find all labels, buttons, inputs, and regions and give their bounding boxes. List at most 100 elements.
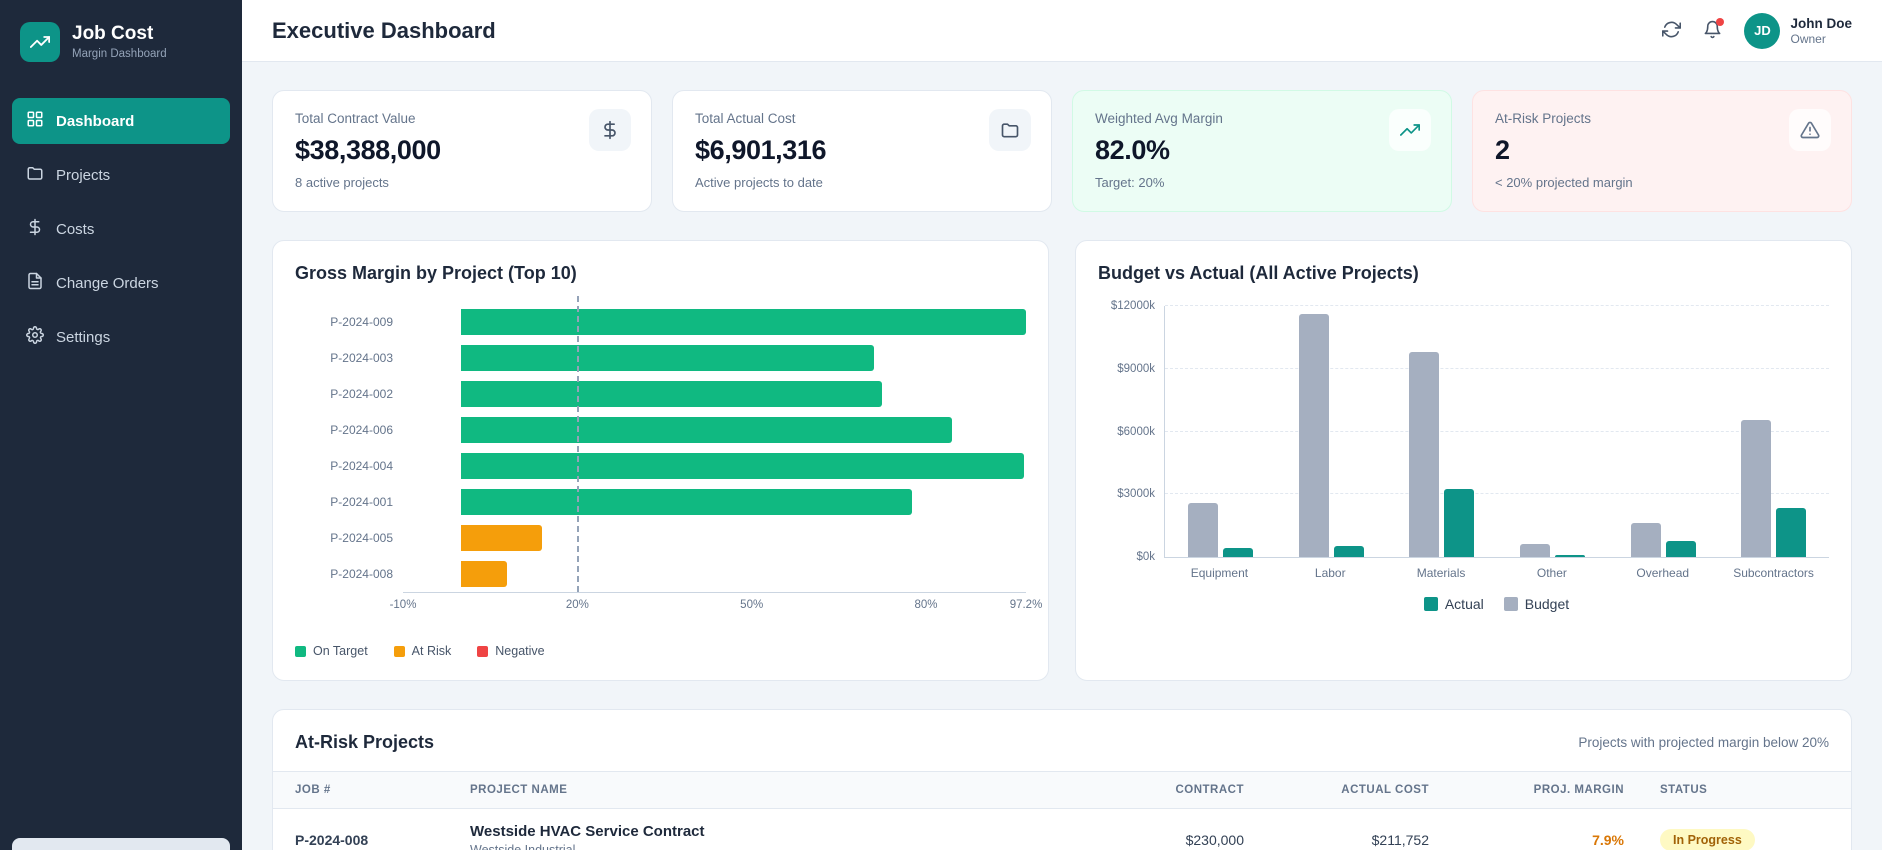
ba-bar-budget-Overhead (1630, 522, 1661, 557)
budget-vs-actual-chart-card: Budget vs Actual (All Active Projects) $… (1075, 240, 1852, 681)
sidebar-item-dashboard[interactable]: Dashboard (12, 98, 230, 144)
chart-title: Budget vs Actual (All Active Projects) (1098, 263, 1419, 283)
ba-category-label: Other (1536, 566, 1567, 580)
trending-up-icon (1389, 109, 1431, 151)
ba-bar-actual-Equipment (1222, 547, 1253, 557)
sidebar-footer-box[interactable] (12, 838, 230, 850)
legend-item: At Risk (393, 644, 451, 658)
user-name: John Doe (1790, 15, 1852, 31)
ba-category-labels: Equipment Labor Materials Other Overhead Subc… (1164, 566, 1829, 580)
gm-bar-P-2024-006 (461, 417, 953, 443)
refresh-icon (1662, 20, 1682, 42)
gross-margin-chart: P-2024-009 P-2024-003 P-2024-002 P-2024-006… (295, 296, 1042, 658)
chart-title: Gross Margin by Project (Top 10) (295, 263, 577, 283)
job-number: P-2024-008 (295, 832, 369, 848)
sidebar-item-change-orders[interactable]: Change Orders (12, 260, 230, 306)
ba-bar-budget-Subcontractors (1741, 420, 1772, 557)
legend-item: Budget (1503, 596, 1570, 612)
kpi-total-actual-cost: Total Actual Cost $6,901,316 Active proj… (672, 90, 1052, 212)
avatar: JD (1744, 12, 1781, 49)
page-title: Executive Dashboard (272, 17, 496, 43)
kpi-row: Total Contract Value $38,388,000 8 activ… (272, 90, 1852, 212)
legend-label: On Target (313, 644, 368, 658)
kpi-value: $6,901,316 (695, 135, 827, 165)
ba-category-label: Overhead (1636, 566, 1690, 580)
actual-cost-value: $211,752 (1371, 832, 1429, 848)
app-title: Job Cost (72, 23, 154, 45)
sidebar-item-label: Settings (56, 328, 111, 346)
gm-bar-P-2024-005 (461, 525, 543, 551)
status-badge: In Progress (1660, 829, 1755, 850)
gm-bar-P-2024-003 (461, 345, 874, 371)
ba-bar-group-Equipment (1165, 306, 1276, 557)
table-title: At-Risk Projects (295, 732, 435, 752)
contract-value: $230,000 (1185, 832, 1244, 848)
ba-bar-budget-Equipment (1187, 502, 1218, 557)
gross-margin-chart-card: Gross Margin by Project (Top 10) P-2024-… (272, 240, 1049, 681)
gm-bar-track (403, 376, 1026, 412)
table-subtitle: Projects with projected margin below 20% (1578, 735, 1829, 750)
kpi-label: Weighted Avg Margin (1095, 111, 1223, 126)
ba-y-tick: $12000k (1110, 300, 1155, 312)
logo-trending-up-icon (20, 22, 60, 62)
gm-bar-track (403, 520, 1026, 556)
folder-icon (989, 109, 1031, 151)
folder-icon (26, 164, 44, 186)
kpi-label: Total Contract Value (295, 111, 416, 126)
column-header-contract: CONTRACT (1175, 784, 1244, 796)
projected-margin: 7.9% (1592, 832, 1624, 848)
column-header-job: JOB # (295, 784, 331, 796)
ba-bar-actual-Other (1554, 554, 1585, 557)
ba-y-tick: $6000k (1117, 425, 1155, 438)
gear-icon (26, 326, 44, 348)
kpi-label: At-Risk Projects (1495, 111, 1592, 126)
table-row[interactable]: P-2024-008 Westside HVAC Service Contrac… (273, 809, 1851, 850)
gm-x-tick: 80% (914, 599, 938, 611)
legend-label: Budget (1524, 596, 1570, 612)
sidebar-item-projects[interactable]: Projects (12, 152, 230, 198)
ba-bar-actual-Overhead (1665, 541, 1696, 557)
sidebar-item-label: Change Orders (56, 274, 159, 292)
ba-y-tick: $0k (1136, 551, 1155, 563)
gm-x-tick: 50% (740, 599, 764, 611)
app-logo: Job Cost Margin Dashboard (0, 0, 242, 80)
ba-bar-actual-Subcontractors (1776, 507, 1807, 557)
kpi-label: Total Actual Cost (695, 111, 796, 126)
gm-x-tick: -10% (389, 599, 417, 611)
sidebar-nav: Dashboard Projects Costs Change Orders S… (0, 80, 242, 378)
gm-category-label: P-2024-004 (330, 459, 393, 473)
notifications-button[interactable] (1703, 17, 1725, 42)
ba-bar-group-Labor (1276, 306, 1387, 557)
column-header-project-name: PROJECT NAME (470, 784, 568, 796)
gm-plot-area (403, 296, 1026, 592)
gm-bar-track (403, 484, 1026, 520)
charts-row: Gross Margin by Project (Top 10) P-2024-… (272, 240, 1852, 681)
ba-plot-area: $0k $3000k $6000k $9000k $12000k (1111, 300, 1829, 563)
gm-category-labels: P-2024-009 P-2024-003 P-2024-002 P-2024-006… (295, 304, 403, 592)
gm-category-label: P-2024-005 (330, 531, 393, 545)
user-menu[interactable]: JD John Doe Owner (1744, 12, 1852, 49)
sidebar-item-settings[interactable]: Settings (12, 314, 230, 360)
sidebar-item-label: Costs (56, 220, 95, 238)
gm-category-label: P-2024-009 (330, 315, 393, 329)
user-role: Owner (1790, 31, 1826, 46)
gm-category-label: P-2024-006 (330, 423, 393, 437)
ba-bar-budget-Other (1519, 544, 1550, 557)
legend-item: Negative (477, 644, 545, 658)
gm-bar-P-2024-004 (461, 453, 1024, 479)
budget-vs-actual-chart: $0k $3000k $6000k $9000k $12000k Equipment La… (1098, 300, 1829, 612)
gm-bar-P-2024-008 (461, 561, 508, 587)
app-subtitle: Margin Dashboard (72, 47, 167, 60)
main-scroll-area[interactable]: Executive Dashboard JD John Doe Owner To… (242, 0, 1882, 850)
gm-bar-P-2024-001 (461, 489, 912, 515)
kpi-subtext: Active projects to date (695, 175, 823, 190)
dollar-icon (589, 109, 631, 151)
refresh-button[interactable] (1662, 20, 1682, 42)
sidebar-item-costs[interactable]: Costs (12, 206, 230, 252)
legend-swatch (1503, 597, 1518, 611)
legend-label: Actual (1444, 596, 1484, 612)
document-icon (26, 272, 44, 294)
legend-item: On Target (295, 644, 368, 658)
ba-y-tick: $3000k (1117, 488, 1155, 501)
kpi-total-contract-value: Total Contract Value $38,388,000 8 activ… (272, 90, 652, 212)
